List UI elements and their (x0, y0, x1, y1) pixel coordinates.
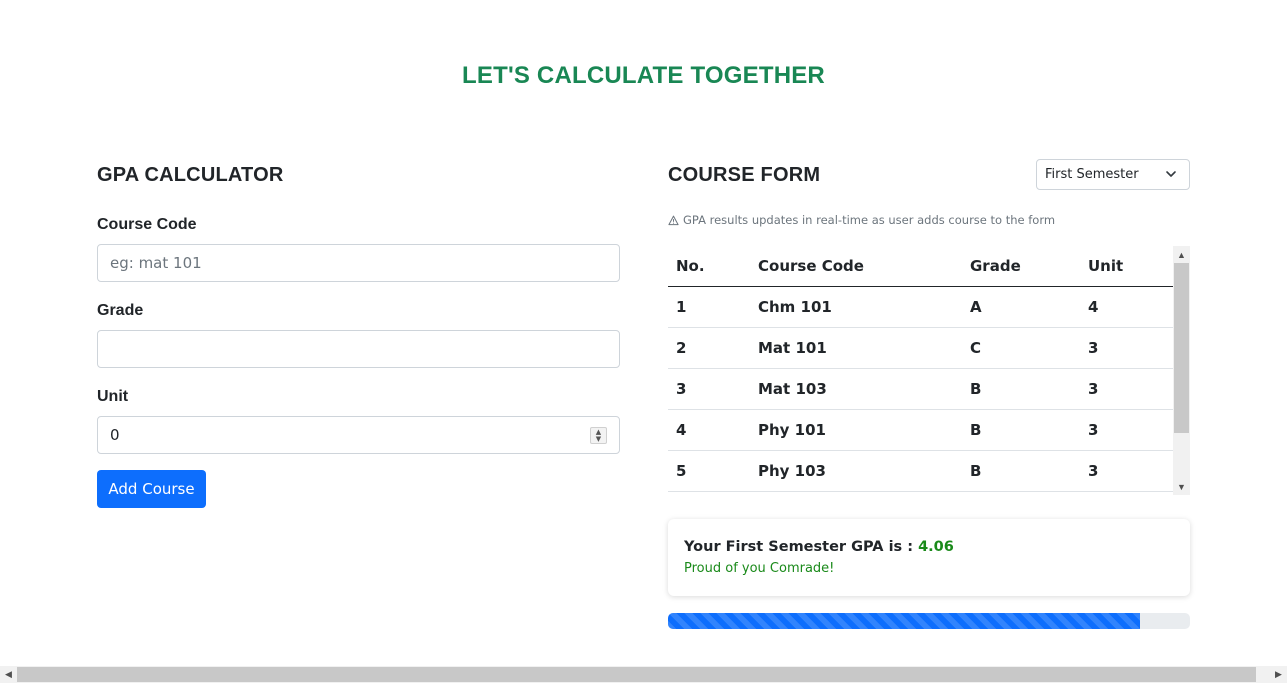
grade-input[interactable] (97, 330, 620, 368)
row-grade: C (962, 327, 1080, 369)
warning-triangle-icon (668, 215, 679, 225)
row-grade: A (962, 286, 1080, 328)
page-horizontal-scrollbar[interactable]: ◀ ▶ (0, 666, 1287, 683)
scroll-right-icon[interactable]: ▶ (1270, 666, 1287, 683)
unit-input[interactable]: 0 ▲ ▼ (97, 416, 620, 454)
row-unit: 3 (1080, 327, 1173, 369)
row-number: 1 (668, 286, 750, 328)
table-scrollbar[interactable]: ▲ ▼ (1173, 246, 1190, 495)
gpa-progress-fill (668, 613, 1141, 629)
scroll-down-icon[interactable]: ▼ (1173, 478, 1190, 495)
chevron-down-icon (1166, 171, 1176, 177)
course-form-heading: COURSE FORM (668, 164, 821, 186)
scroll-up-icon[interactable]: ▲ (1173, 246, 1190, 263)
row-course-code: Mat 103 (750, 368, 962, 410)
scroll-left-icon[interactable]: ◀ (0, 666, 17, 683)
row-course-code: Phy 103 (750, 450, 962, 492)
row-grade: B (962, 368, 1080, 410)
course-table-container: No. Course Code Grade Unit 1 Chm 101 A 4… (668, 246, 1190, 495)
unit-spinner[interactable]: ▲ ▼ (590, 427, 607, 444)
semester-selected: First Semester (1045, 167, 1139, 182)
spin-down-icon[interactable]: ▼ (596, 435, 601, 443)
course-code-label: Course Code (97, 216, 197, 233)
row-number: 3 (668, 368, 750, 410)
row-number: 5 (668, 450, 750, 492)
page-title: LET'S CALCULATE TOGETHER (462, 62, 825, 89)
table-row: 4 Phy 101 B 3 (668, 409, 1173, 451)
table-scroll-thumb[interactable] (1174, 263, 1189, 433)
column-header-unit: Unit (1080, 246, 1173, 287)
unit-label: Unit (97, 388, 129, 405)
add-course-button[interactable]: Add Course (97, 470, 206, 508)
gpa-result-line: Your First Semester GPA is : 4.06 (684, 539, 1174, 555)
table-row: 5 Phy 103 B 3 (668, 450, 1173, 492)
row-course-code: Mat 101 (750, 327, 962, 369)
row-course-code: Chm 101 (750, 286, 962, 328)
page-scroll-thumb[interactable] (17, 667, 1256, 682)
row-grade: B (962, 450, 1080, 492)
row-course-code: Phy 101 (750, 409, 962, 451)
course-table: No. Course Code Grade Unit 1 Chm 101 A 4… (668, 246, 1173, 492)
column-header-no: No. (668, 246, 750, 287)
gpa-value: 4.06 (918, 539, 954, 555)
note-text: GPA results updates in real-time as user… (683, 213, 1056, 227)
course-code-input[interactable]: eg: mat 101 (97, 244, 620, 282)
row-number: 4 (668, 409, 750, 451)
unit-value: 0 (110, 426, 120, 444)
table-row: 2 Mat 101 C 3 (668, 327, 1173, 369)
column-header-course-code: Course Code (750, 246, 962, 287)
row-unit: 3 (1080, 450, 1173, 492)
table-header-row: No. Course Code Grade Unit (668, 246, 1173, 287)
row-unit: 3 (1080, 409, 1173, 451)
column-header-grade: Grade (962, 246, 1080, 287)
realtime-note: GPA results updates in real-time as user… (668, 213, 1055, 227)
table-row: 3 Mat 103 B 3 (668, 368, 1173, 410)
row-number: 2 (668, 327, 750, 369)
grade-label: Grade (97, 302, 144, 319)
gpa-progress-bar (668, 613, 1190, 629)
row-unit: 4 (1080, 286, 1173, 328)
semester-select[interactable]: First Semester (1036, 159, 1190, 190)
calculator-heading: GPA CALCULATOR (97, 164, 284, 186)
course-code-placeholder: eg: mat 101 (110, 254, 202, 272)
gpa-remark: Proud of you Comrade! (684, 561, 835, 576)
table-row: 1 Chm 101 A 4 (668, 286, 1173, 328)
gpa-result-card: Your First Semester GPA is : 4.06 Proud … (668, 519, 1190, 596)
gpa-prefix: Your First Semester GPA is : (684, 539, 919, 555)
row-grade: B (962, 409, 1080, 451)
row-unit: 3 (1080, 368, 1173, 410)
